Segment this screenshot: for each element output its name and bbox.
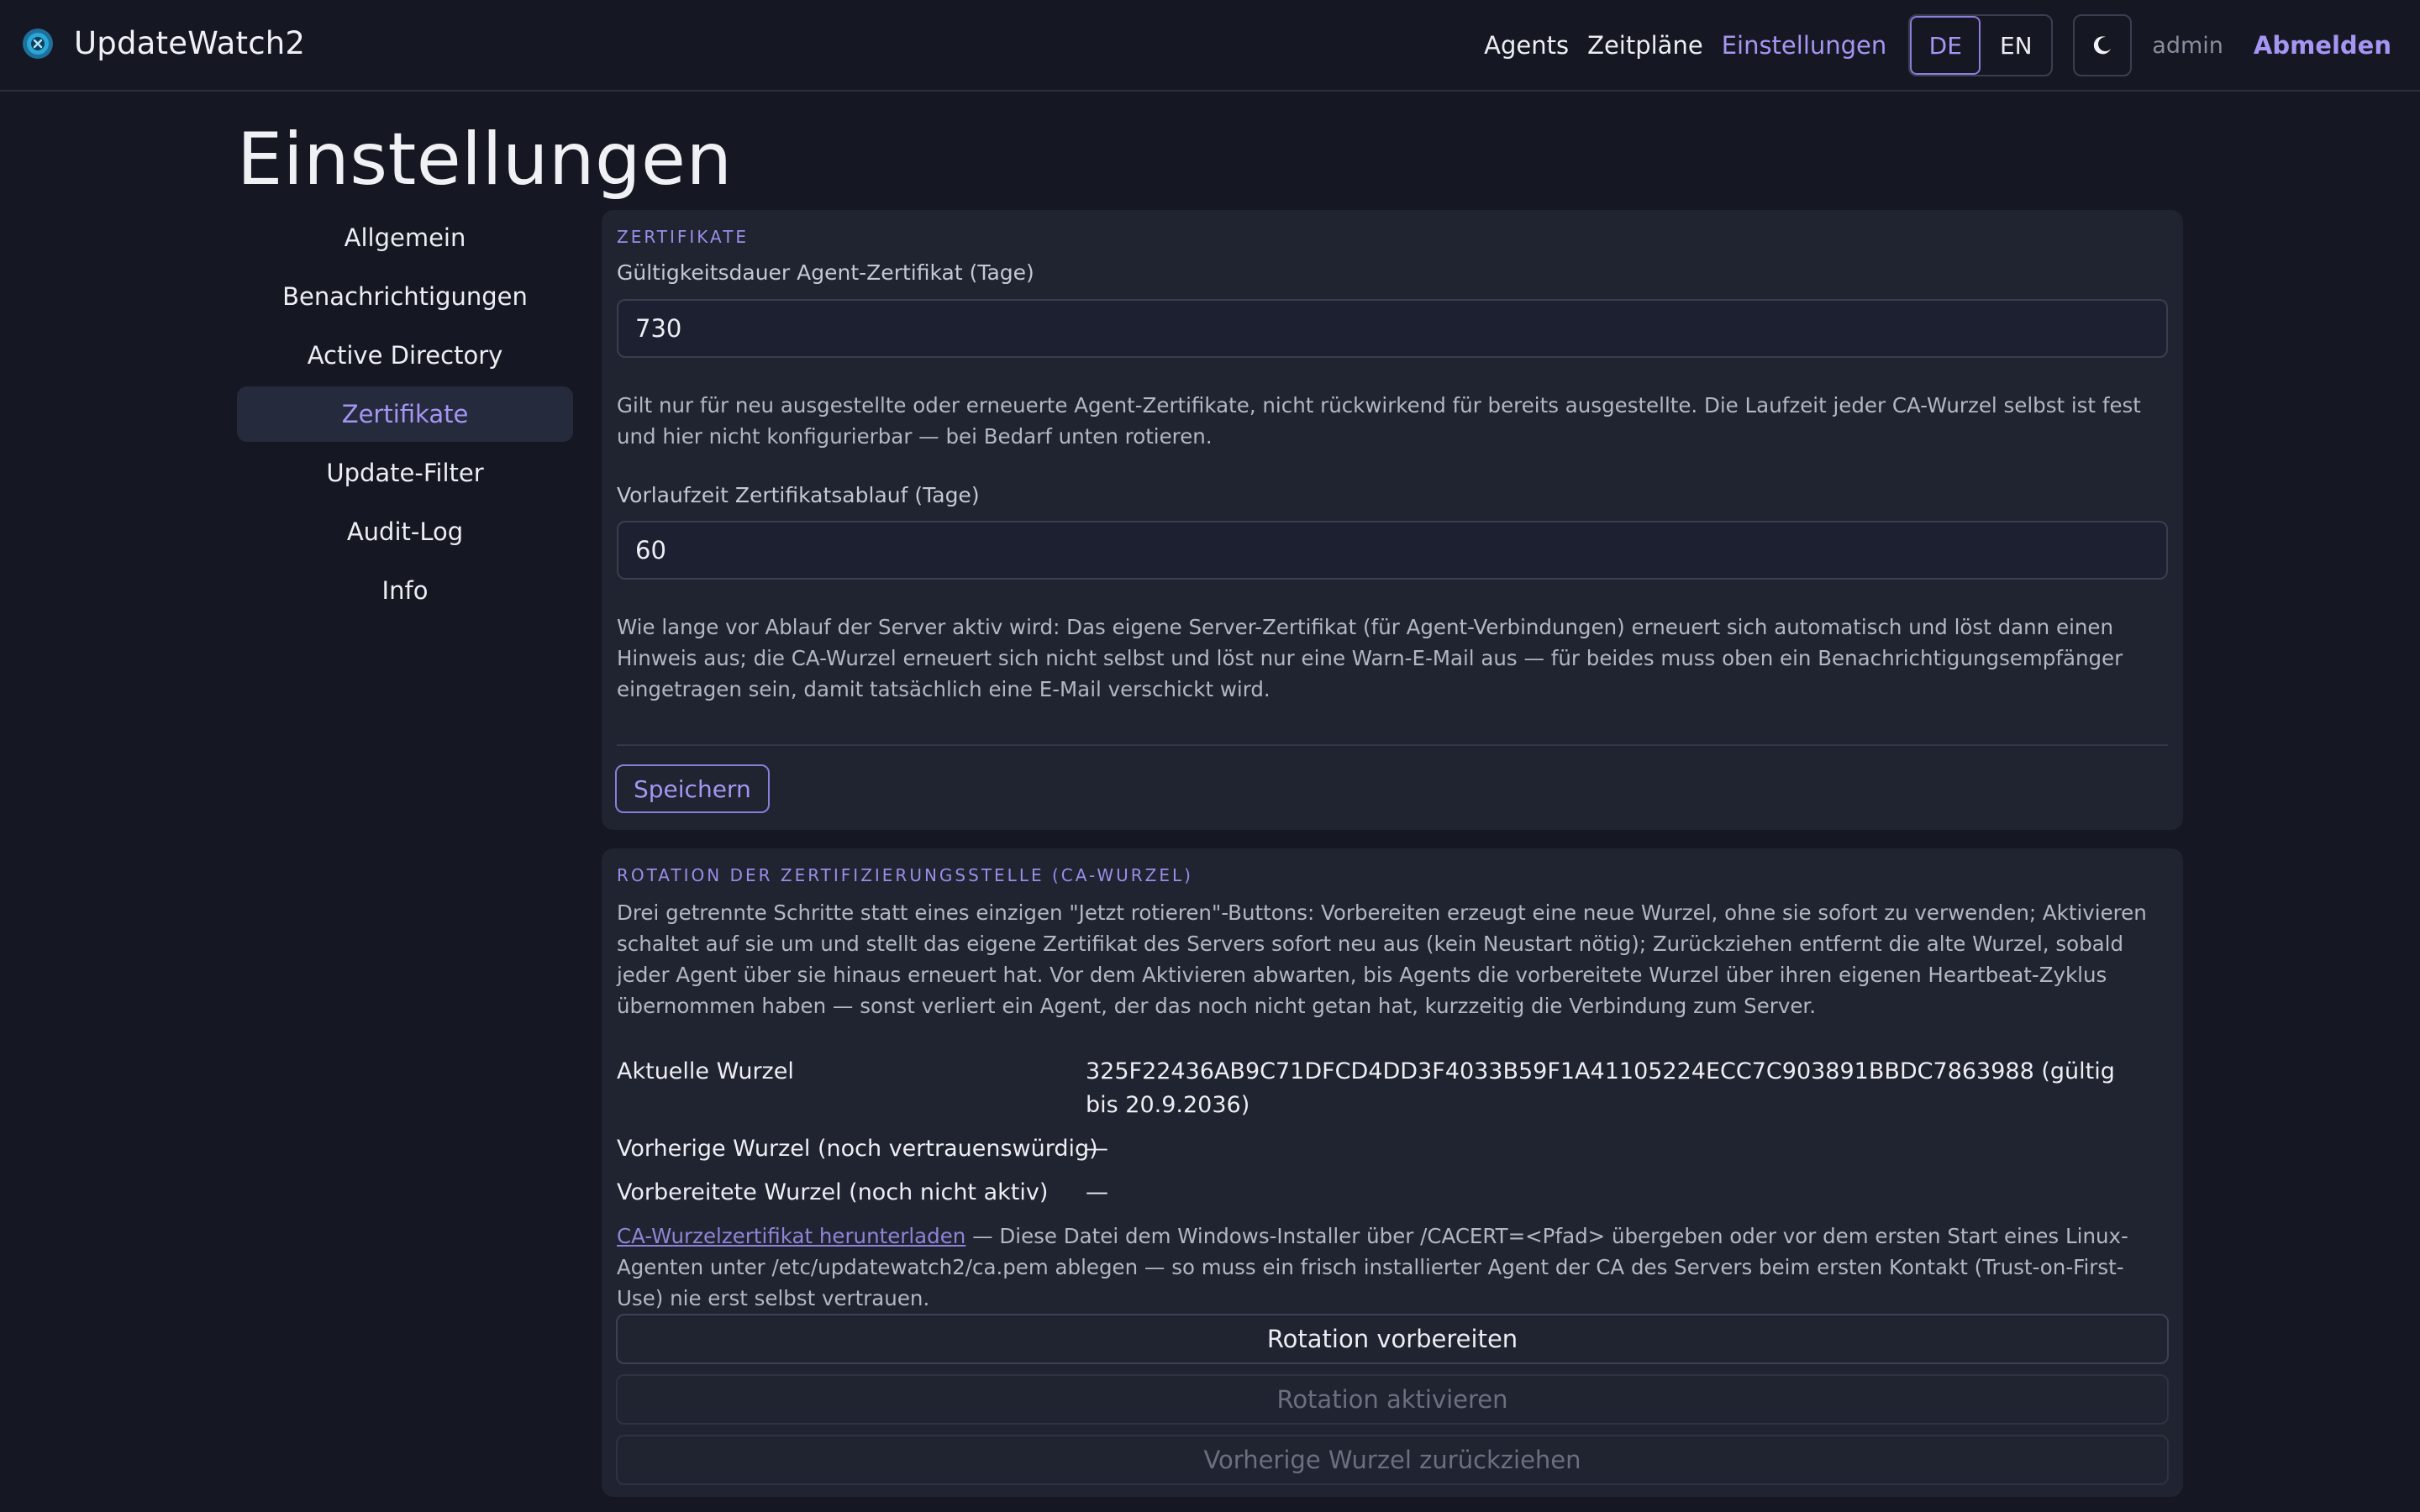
save-button[interactable]: Speichern (615, 764, 770, 813)
current-root-row: Aktuelle Wurzel 325F22436AB9C71DFCD4DD3F… (617, 1055, 2168, 1124)
language-de-button[interactable]: DE (1910, 16, 1981, 75)
sidebar-item-update-filter[interactable]: Update-Filter (237, 445, 573, 501)
lead-time-days-input[interactable]: 60 (617, 521, 2168, 580)
theme-toggle-button[interactable] (2073, 14, 2133, 76)
prepared-root-row: Vorbereitete Wurzel (noch nicht aktiv) — (617, 1176, 2168, 1210)
language-en-button[interactable]: EN (1981, 16, 2051, 75)
settings-sidebar: Allgemein Benachrichtigungen Active Dire… (237, 210, 573, 622)
prepared-root-value: — (1086, 1179, 1108, 1205)
page-title: Einstellungen (237, 118, 733, 202)
sidebar-item-audit-log[interactable]: Audit-Log (237, 504, 573, 559)
previous-root-value: — (1086, 1136, 1108, 1162)
certificates-section-title: ZERTIFIKATE (617, 227, 750, 247)
previous-root-label: Vorherige Wurzel (noch vertrauenswürdig) (617, 1136, 1098, 1162)
ca-rotation-card: ROTATION DER ZERTIFIZIERUNGSSTELLE (CA-W… (602, 848, 2183, 1497)
current-root-value: 325F22436AB9C71DFCD4DD3F4033B59F1A411052… (1086, 1058, 2115, 1118)
retire-previous-root-button[interactable]: Vorherige Wurzel zurückziehen (616, 1435, 2169, 1485)
lead-time-label: Vorlaufzeit Zertifikatsablauf (Tage) (617, 483, 980, 507)
sidebar-item-notifications[interactable]: Benachrichtigungen (237, 269, 573, 324)
top-navbar: UpdateWatch2 Agents Zeitpläne Einstellun… (0, 0, 2420, 92)
sidebar-item-general[interactable]: Allgemein (237, 210, 573, 265)
nav-link-settings[interactable]: Einstellungen (1722, 31, 1887, 60)
sidebar-item-info[interactable]: Info (237, 563, 573, 618)
prepared-root-label: Vorbereitete Wurzel (noch nicht aktiv) (617, 1179, 1049, 1205)
certificates-card: ZERTIFIKATE Gültigkeitsdauer Agent-Zerti… (602, 210, 2183, 830)
main-nav: Agents Zeitpläne Einstellungen DE EN adm… (1484, 14, 2391, 76)
rotation-description: Drei getrennte Schritte statt eines einz… (617, 900, 2147, 1018)
rotation-section-title: ROTATION DER ZERTIFIZIERUNGSSTELLE (CA-W… (617, 865, 1193, 885)
divider (617, 744, 2168, 746)
logout-link[interactable]: Abmelden (2254, 31, 2391, 60)
brand[interactable]: UpdateWatch2 (22, 25, 305, 61)
lead-time-help-text: Wie lange vor Ablauf der Server aktiv wi… (617, 615, 2123, 701)
validity-label: Gültigkeitsdauer Agent-Zertifikat (Tage) (617, 260, 1034, 285)
activate-rotation-button[interactable]: Rotation aktivieren (616, 1374, 2169, 1425)
app-name: UpdateWatch2 (74, 25, 306, 61)
moon-icon (2094, 36, 2112, 55)
previous-root-row: Vorherige Wurzel (noch vertrauenswürdig)… (617, 1132, 2168, 1166)
language-switcher: DE EN (1908, 14, 2054, 76)
sidebar-item-certificates[interactable]: Zertifikate (237, 386, 573, 442)
validity-days-input[interactable]: 730 (617, 299, 2168, 358)
download-ca-link[interactable]: CA-Wurzelzertifikat herunterladen (617, 1224, 965, 1248)
nav-link-schedules[interactable]: Zeitpläne (1587, 31, 1703, 60)
globe-shield-icon (23, 28, 53, 59)
validity-help-text: Gilt nur für neu ausgestellte oder erneu… (617, 393, 2141, 449)
prepare-rotation-button[interactable]: Rotation vorbereiten (616, 1314, 2169, 1364)
current-root-label: Aktuelle Wurzel (617, 1058, 794, 1084)
download-info: CA-Wurzelzertifikat herunterladen — Dies… (617, 1221, 2170, 1314)
sidebar-item-active-directory[interactable]: Active Directory (237, 328, 573, 383)
current-user: admin (2152, 32, 2223, 59)
nav-link-agents[interactable]: Agents (1484, 31, 1569, 60)
